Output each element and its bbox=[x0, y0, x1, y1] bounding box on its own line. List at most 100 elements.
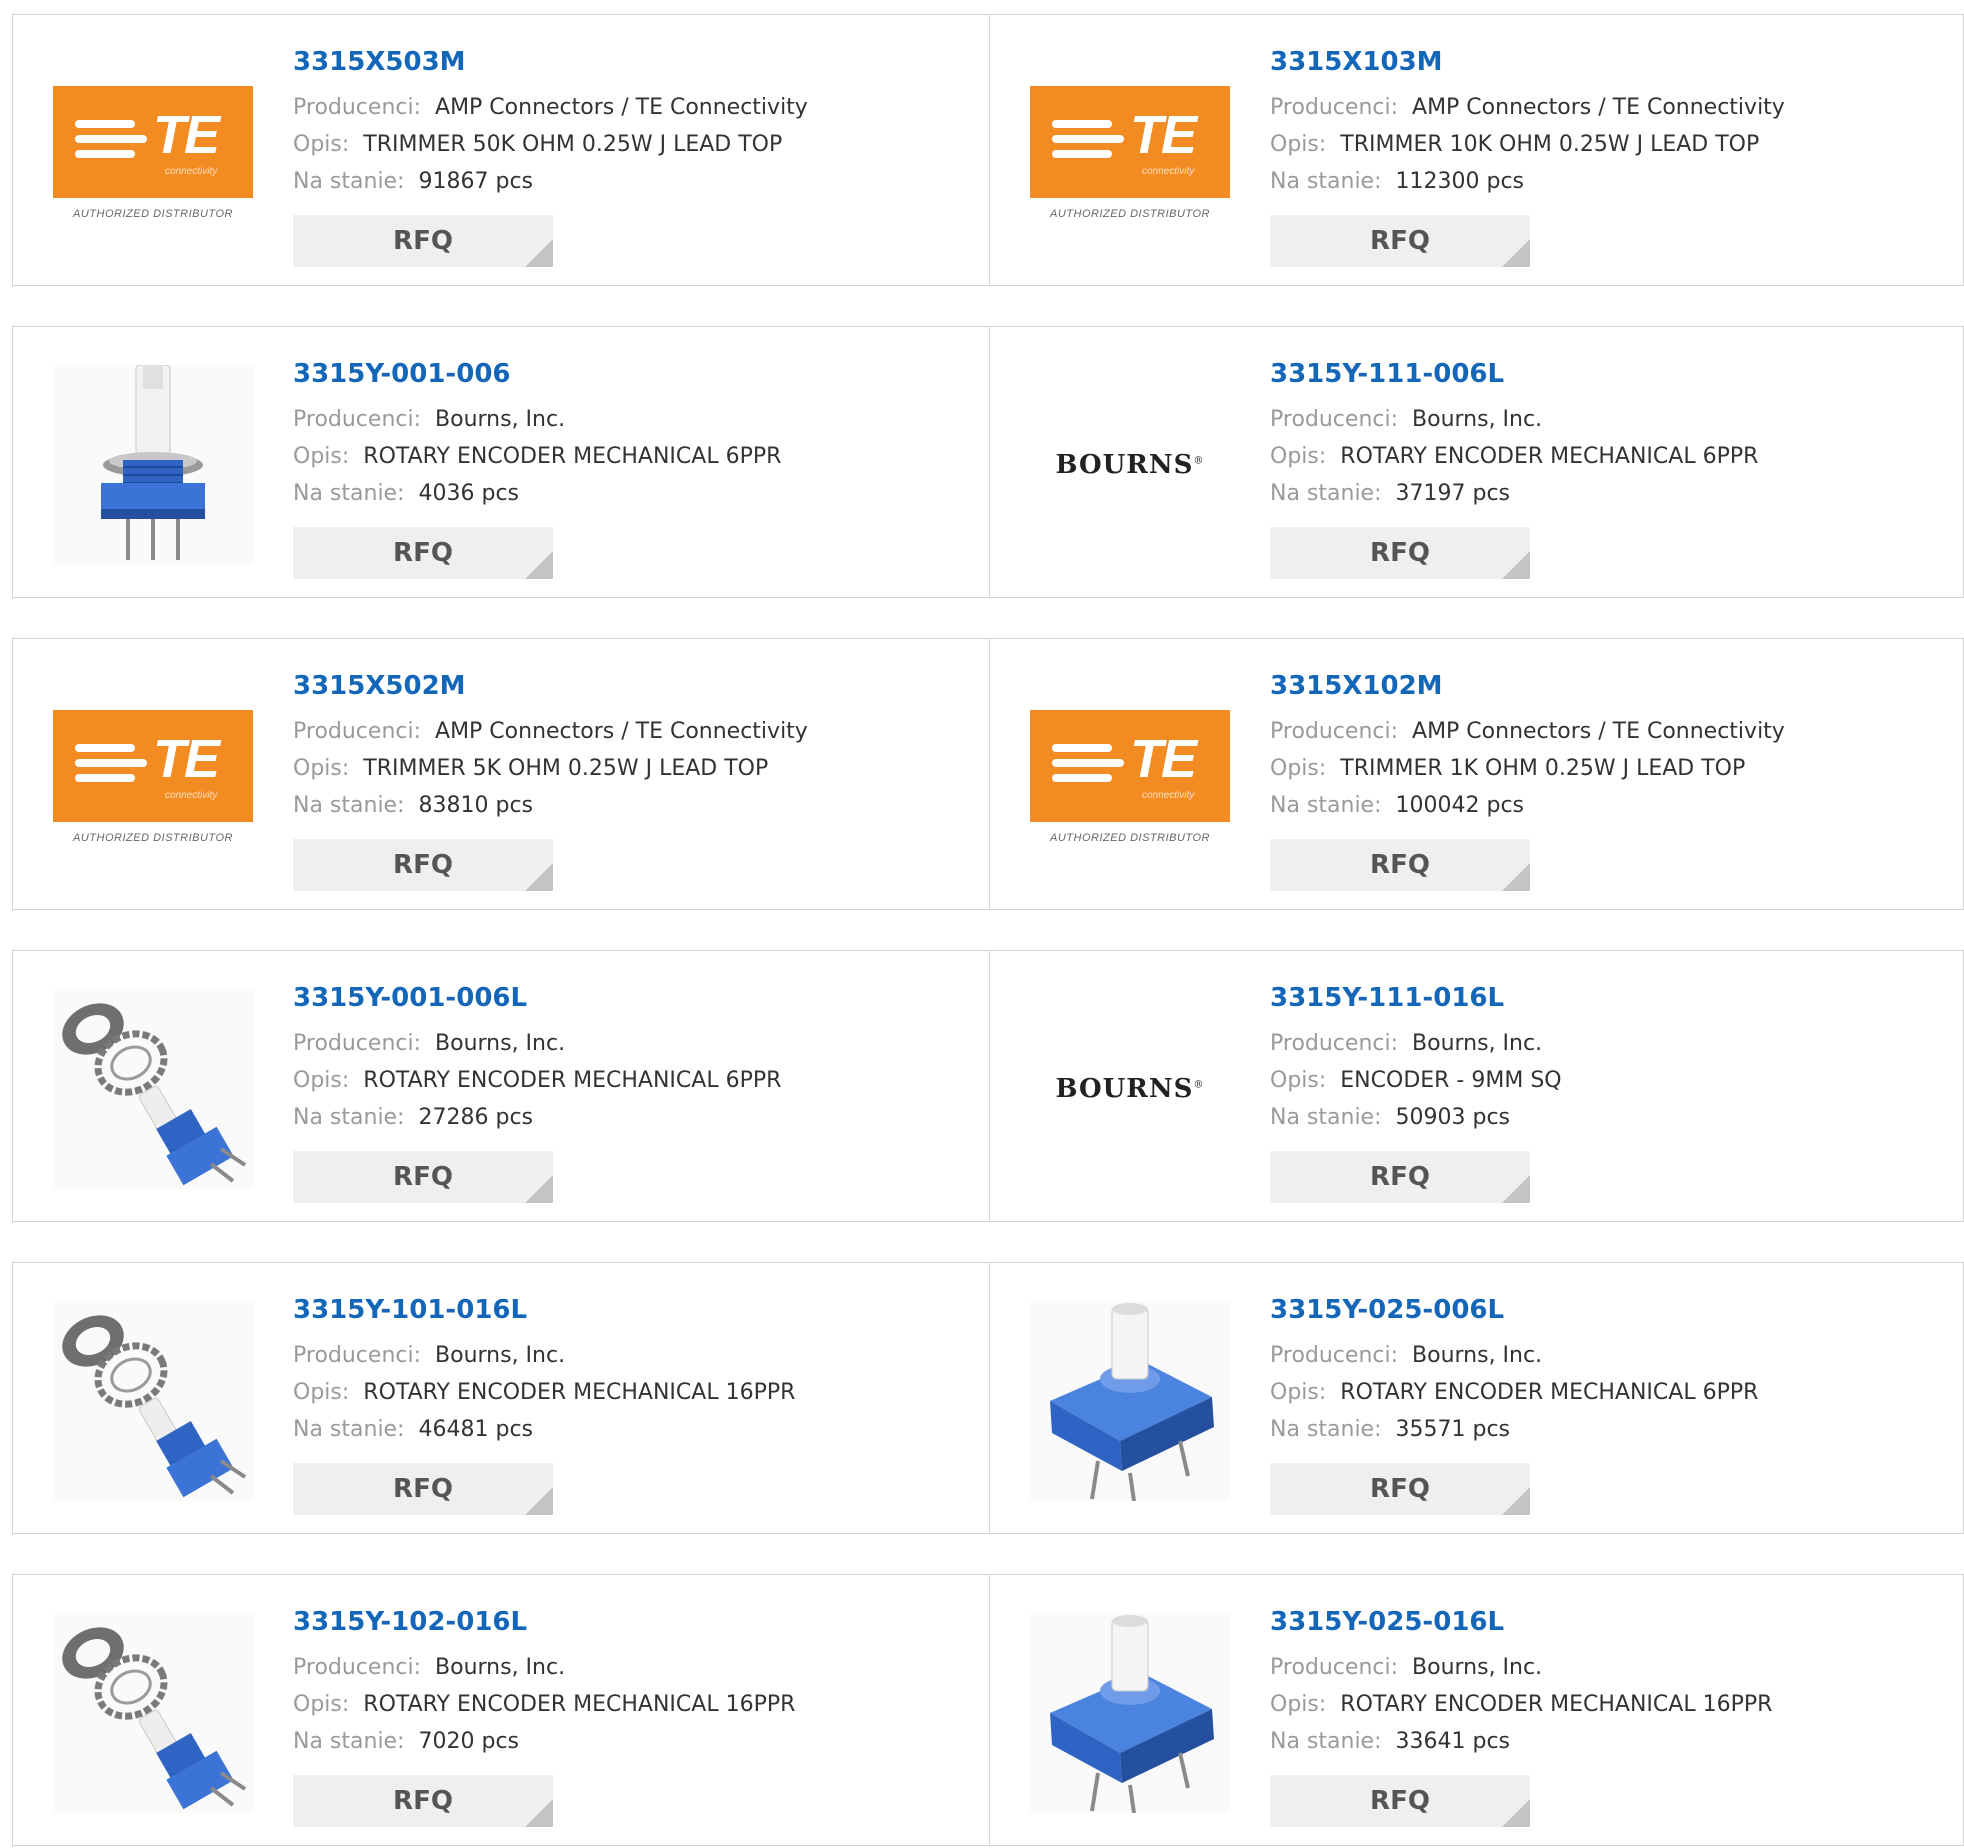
rfq-button-label: RFQ bbox=[1370, 1474, 1430, 1504]
manufacturer-label: Producenci: bbox=[293, 407, 422, 432]
description-label: Opis: bbox=[1270, 1380, 1327, 1405]
te-connectivity-logo: TE connectivity AUTHORIZED DISTRIBUTOR bbox=[1030, 86, 1230, 220]
encoder-kit-image bbox=[53, 989, 253, 1189]
product-thumbnail[interactable]: BOURNS® bbox=[1030, 365, 1230, 565]
manufacturer-line: Producenci: Bourns, Inc. bbox=[1270, 1649, 1772, 1686]
product-row: 3315Y-101-016L Producenci: Bourns, Inc. Opi… bbox=[12, 1262, 1964, 1536]
description-label: Opis: bbox=[1270, 444, 1327, 469]
rfq-button[interactable]: RFQ bbox=[293, 1151, 553, 1203]
product-info: 3315X503M Producenci: AMP Connectors / TE … bbox=[293, 45, 808, 200]
description-line: Opis: TRIMMER 50K OHM 0.25W J LEAD TOP bbox=[293, 126, 808, 163]
product-thumbnail[interactable]: BOURNS® bbox=[1030, 989, 1230, 1189]
stock-label: Na stanie: bbox=[293, 1417, 405, 1442]
product-card: TE connectivity AUTHORIZED DISTRIBUTOR 3… bbox=[12, 14, 990, 286]
product-thumbnail[interactable] bbox=[1030, 1301, 1230, 1501]
description-label: Opis: bbox=[293, 756, 350, 781]
te-logo-text: TE bbox=[1130, 105, 1197, 165]
bourns-logo: BOURNS® bbox=[1056, 1074, 1205, 1104]
description-line: Opis: ROTARY ENCODER MECHANICAL 16PPR bbox=[293, 1686, 795, 1723]
rfq-button-label: RFQ bbox=[1370, 538, 1430, 568]
product-card: TE connectivity AUTHORIZED DISTRIBUTOR 3… bbox=[12, 638, 990, 910]
rfq-button[interactable]: RFQ bbox=[1270, 1151, 1530, 1203]
description-label: Opis: bbox=[293, 1068, 350, 1093]
rfq-button-label: RFQ bbox=[1370, 226, 1430, 256]
bourns-logo: BOURNS® bbox=[1056, 450, 1205, 480]
te-connectivity-logo: TE connectivity AUTHORIZED DISTRIBUTOR bbox=[1030, 710, 1230, 844]
description-line: Opis: ROTARY ENCODER MECHANICAL 6PPR bbox=[293, 1062, 781, 1099]
rfq-button[interactable]: RFQ bbox=[293, 527, 553, 579]
rfq-button[interactable]: RFQ bbox=[1270, 839, 1530, 891]
rfq-button[interactable]: RFQ bbox=[1270, 215, 1530, 267]
product-thumbnail[interactable] bbox=[53, 989, 253, 1189]
product-thumbnail[interactable]: TE connectivity AUTHORIZED DISTRIBUTOR bbox=[53, 53, 253, 253]
stock-value: 7020 pcs bbox=[418, 1729, 520, 1754]
stock-line: Na stanie: 100042 pcs bbox=[1270, 787, 1785, 824]
te-logo-mark: TE connectivity bbox=[53, 710, 253, 822]
rfq-button[interactable]: RFQ bbox=[1270, 527, 1530, 579]
part-number-link[interactable]: 3315Y-102-016L bbox=[293, 1605, 795, 1639]
stock-label: Na stanie: bbox=[293, 1105, 405, 1130]
rfq-button[interactable]: RFQ bbox=[293, 1775, 553, 1827]
description-line: Opis: ROTARY ENCODER MECHANICAL 16PPR bbox=[293, 1374, 795, 1411]
description-line: Opis: ROTARY ENCODER MECHANICAL 16PPR bbox=[1270, 1686, 1772, 1723]
product-thumbnail[interactable]: TE connectivity AUTHORIZED DISTRIBUTOR bbox=[1030, 53, 1230, 253]
rfq-button[interactable]: RFQ bbox=[1270, 1463, 1530, 1515]
product-row: TE connectivity AUTHORIZED DISTRIBUTOR 3… bbox=[12, 14, 1964, 288]
description-value: TRIMMER 5K OHM 0.25W J LEAD TOP bbox=[363, 756, 769, 781]
button-corner-icon bbox=[525, 1175, 553, 1203]
part-number-link[interactable]: 3315X103M bbox=[1270, 45, 1785, 79]
manufacturer-label: Producenci: bbox=[1270, 719, 1399, 744]
part-number-link[interactable]: 3315Y-001-006 bbox=[293, 357, 781, 391]
product-thumbnail[interactable] bbox=[1030, 1613, 1230, 1813]
description-label: Opis: bbox=[1270, 756, 1327, 781]
rfq-button[interactable]: RFQ bbox=[293, 215, 553, 267]
product-thumbnail[interactable] bbox=[53, 1613, 253, 1813]
product-card: 3315Y-025-016L Producenci: Bourns, Inc. Opi… bbox=[990, 1574, 1964, 1846]
encoder-kit-image bbox=[53, 1301, 253, 1501]
product-thumbnail[interactable]: TE connectivity AUTHORIZED DISTRIBUTOR bbox=[53, 677, 253, 877]
product-thumbnail[interactable]: TE connectivity AUTHORIZED DISTRIBUTOR bbox=[1030, 677, 1230, 877]
rfq-button-label: RFQ bbox=[393, 1474, 453, 1504]
stock-value: 35571 pcs bbox=[1395, 1417, 1511, 1442]
description-value: TRIMMER 50K OHM 0.25W J LEAD TOP bbox=[363, 132, 783, 157]
product-info: 3315Y-111-006L Producenci: Bourns, Inc. Opi… bbox=[1270, 357, 1758, 512]
rfq-button[interactable]: RFQ bbox=[1270, 1775, 1530, 1827]
part-number-link[interactable]: 3315X502M bbox=[293, 669, 808, 703]
manufacturer-line: Producenci: Bourns, Inc. bbox=[1270, 1025, 1562, 1062]
te-bars-icon bbox=[1052, 120, 1124, 165]
product-info: 3315Y-102-016L Producenci: Bourns, Inc. Opi… bbox=[293, 1605, 795, 1760]
product-thumbnail[interactable] bbox=[53, 365, 253, 565]
part-number-link[interactable]: 3315Y-101-016L bbox=[293, 1293, 795, 1327]
product-card: 3315Y-102-016L Producenci: Bourns, Inc. Opi… bbox=[12, 1574, 990, 1846]
te-logo-mark: TE connectivity bbox=[1030, 710, 1230, 822]
te-logo-sub: connectivity bbox=[1142, 166, 1195, 177]
rfq-button[interactable]: RFQ bbox=[293, 839, 553, 891]
part-number-link[interactable]: 3315Y-001-006L bbox=[293, 981, 781, 1015]
button-corner-icon bbox=[1502, 239, 1530, 267]
manufacturer-value: Bourns, Inc. bbox=[435, 1343, 566, 1368]
product-thumbnail[interactable] bbox=[53, 1301, 253, 1501]
encoder-upright-image bbox=[53, 365, 253, 565]
product-row: TE connectivity AUTHORIZED DISTRIBUTOR 3… bbox=[12, 638, 1964, 912]
part-number-link[interactable]: 3315Y-025-006L bbox=[1270, 1293, 1758, 1327]
bourns-registered-mark: ® bbox=[1193, 1079, 1205, 1091]
rfq-button-label: RFQ bbox=[1370, 1786, 1430, 1816]
stock-value: 46481 pcs bbox=[418, 1417, 534, 1442]
rfq-button[interactable]: RFQ bbox=[293, 1463, 553, 1515]
part-number-link[interactable]: 3315Y-111-006L bbox=[1270, 357, 1758, 391]
product-row: 3315Y-001-006L Producenci: Bourns, Inc. Opi… bbox=[12, 950, 1964, 1224]
part-number-link[interactable]: 3315Y-025-016L bbox=[1270, 1605, 1772, 1639]
part-number-link[interactable]: 3315X503M bbox=[293, 45, 808, 79]
part-number-link[interactable]: 3315X102M bbox=[1270, 669, 1785, 703]
manufacturer-value: Bourns, Inc. bbox=[435, 407, 566, 432]
stock-line: Na stanie: 112300 pcs bbox=[1270, 163, 1785, 200]
stock-value: 4036 pcs bbox=[418, 481, 520, 506]
part-number-link[interactable]: 3315Y-111-016L bbox=[1270, 981, 1562, 1015]
manufacturer-line: Producenci: Bourns, Inc. bbox=[293, 1337, 795, 1374]
manufacturer-line: Producenci: AMP Connectors / TE Connectiv… bbox=[293, 89, 808, 126]
description-line: Opis: TRIMMER 1K OHM 0.25W J LEAD TOP bbox=[1270, 750, 1785, 787]
description-value: ROTARY ENCODER MECHANICAL 6PPR bbox=[363, 444, 782, 469]
te-bars-icon bbox=[75, 120, 147, 165]
description-value: ENCODER - 9MM SQ bbox=[1340, 1068, 1562, 1093]
product-info: 3315Y-101-016L Producenci: Bourns, Inc. Opi… bbox=[293, 1293, 795, 1448]
